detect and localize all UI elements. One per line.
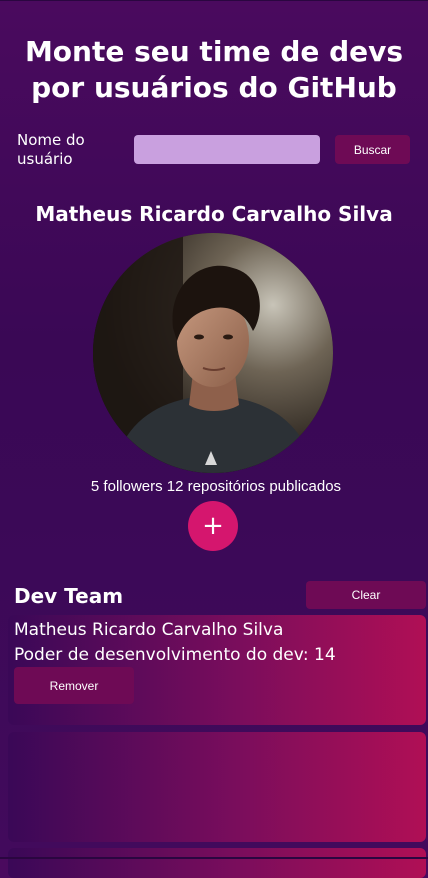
username-label: Nome do usuário <box>17 131 85 168</box>
top-border <box>0 0 428 1</box>
team-title: Dev Team <box>14 584 124 608</box>
empty-team-card <box>8 848 426 878</box>
team-member-card: Matheus Ricardo Carvalho Silva Poder de … <box>8 615 426 725</box>
remove-member-button[interactable]: Remover <box>14 667 134 704</box>
member-power: Poder de desenvolvimento do dev: 14 <box>14 645 336 665</box>
avatar <box>93 233 333 473</box>
empty-team-card <box>8 732 426 842</box>
username-input[interactable] <box>134 135 320 164</box>
profile-name: Matheus Ricardo Carvalho Silva <box>35 202 393 226</box>
search-button[interactable]: Buscar <box>335 135 410 164</box>
avatar-photo <box>93 233 333 473</box>
member-name: Matheus Ricardo Carvalho Silva <box>14 620 284 640</box>
page-title: Monte seu time de devs por usuários do G… <box>24 35 404 104</box>
add-to-team-button[interactable]: + <box>188 501 238 551</box>
profile-stats: 5 followers 12 repositórios publicados <box>90 478 342 495</box>
clear-team-button[interactable]: Clear <box>306 581 426 609</box>
